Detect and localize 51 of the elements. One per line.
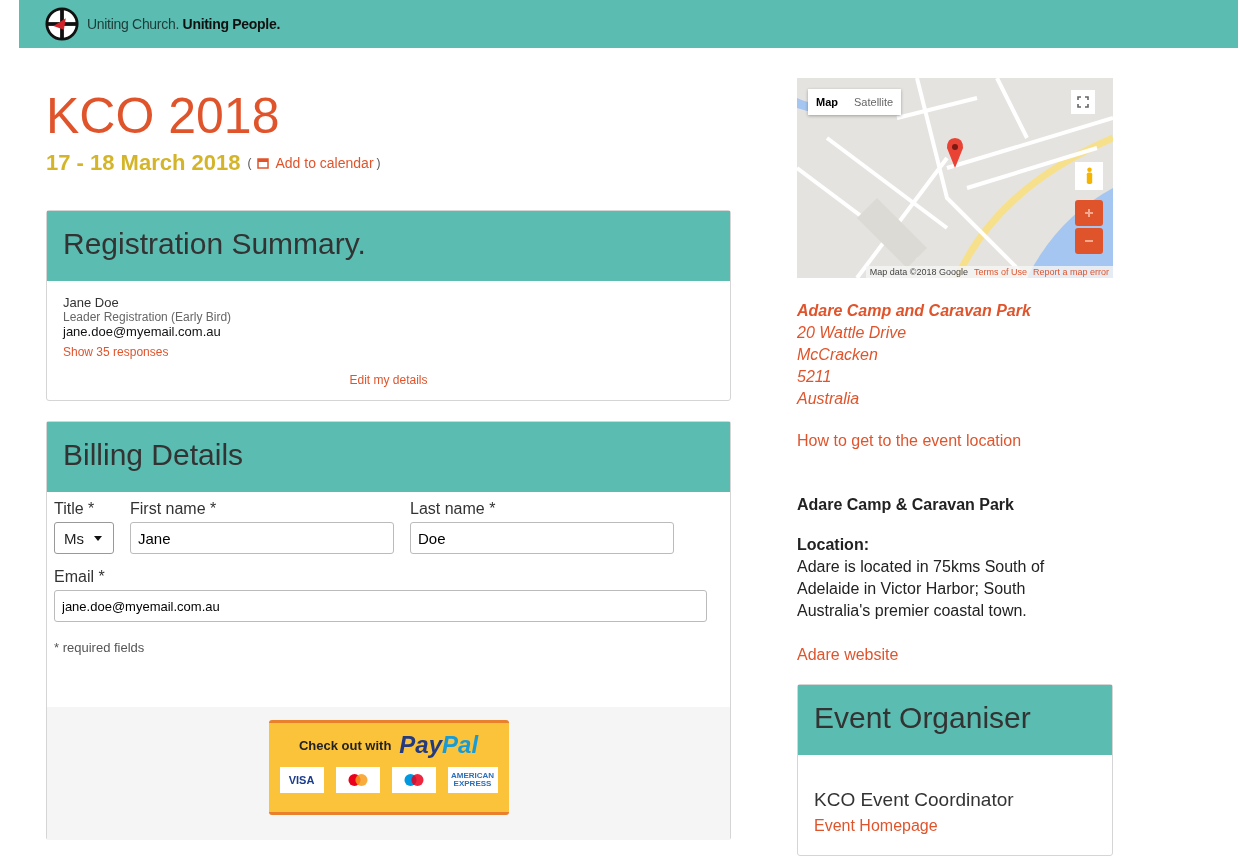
map-type-tab[interactable]: Map (808, 89, 846, 115)
registrant-email: jane.doe@myemail.com.au (63, 324, 222, 339)
add-to-calendar-link[interactable]: Add to calendar (275, 155, 374, 171)
plus-icon (1084, 208, 1094, 218)
map-type-tab[interactable]: Satellite (846, 89, 902, 115)
event-homepage-link[interactable]: Event Homepage (814, 817, 1096, 835)
paypal-checkout-button[interactable]: Check out with PayPal VISA AMERICAN EXPRESS (268, 720, 509, 815)
field-label: Title * (54, 500, 96, 518)
paren: ) (376, 156, 381, 170)
input-field[interactable]: jane.doe@myemail.com.au (54, 590, 707, 622)
street-view-button[interactable] (1075, 162, 1103, 190)
field-label: First name * (130, 500, 218, 518)
calendar-icon (257, 157, 270, 169)
event-title: KCO 2018 (46, 87, 281, 146)
fullscreen-icon (1077, 96, 1089, 108)
church-logo-icon (45, 7, 79, 41)
map-credit: Map data ©2018 Google (869, 267, 968, 277)
terms-link[interactable]: Terms of Use (973, 267, 1027, 277)
zoom-in-button[interactable] (1075, 200, 1103, 226)
registrant-name: Jane Doe (63, 295, 120, 310)
input-field[interactable]: Doe (410, 522, 674, 554)
address-line: 20 Wattle Drive (797, 323, 908, 343)
location-label: Location: (797, 536, 870, 554)
title-select[interactable]: Ms (54, 522, 114, 554)
caret-icon (94, 535, 102, 541)
event-dates: 17 - 18 March 2018 (46, 150, 241, 176)
input-field[interactable]: Jane (130, 522, 394, 554)
venue-title: Adare Camp & Caravan Park (797, 496, 1015, 514)
location-description: Adare is located in 75kms South of Adelaide in Victor Harbor; South Australia's premier coastal town. (797, 557, 1046, 621)
address-line: 5211 (797, 367, 833, 387)
field-label: Email * (54, 568, 106, 586)
edit-details-link[interactable]: Edit my details (349, 373, 428, 387)
person-icon (1084, 167, 1094, 185)
panel-heading: Event Organiser (798, 685, 1112, 755)
paren: ( (247, 156, 252, 170)
address-line: McCracken (797, 345, 879, 365)
field-label: Last name * (410, 500, 497, 518)
required-note: * required fields (53, 639, 146, 655)
registration-type: Leader Registration (Early Bird) (63, 310, 233, 324)
fullscreen-button[interactable] (1071, 90, 1095, 114)
zoom-out-button[interactable] (1075, 228, 1103, 254)
address-line: Australia (797, 389, 861, 409)
organiser-name: KCO Event Coordinator (814, 789, 1015, 811)
website-link[interactable]: Adare website (797, 646, 1113, 664)
panel-heading: Registration Summary. (47, 211, 730, 281)
venue-name-link[interactable]: Adare Camp and Caravan Park (797, 300, 1113, 322)
directions-link[interactable]: How to get to the event location (797, 432, 1113, 450)
tagline: Uniting Church. Uniting People. (87, 16, 280, 32)
panel-heading: Billing Details (47, 422, 730, 492)
show-responses-link[interactable]: Show 35 responses (63, 345, 169, 359)
report-link[interactable]: Report a map error (1032, 267, 1109, 277)
